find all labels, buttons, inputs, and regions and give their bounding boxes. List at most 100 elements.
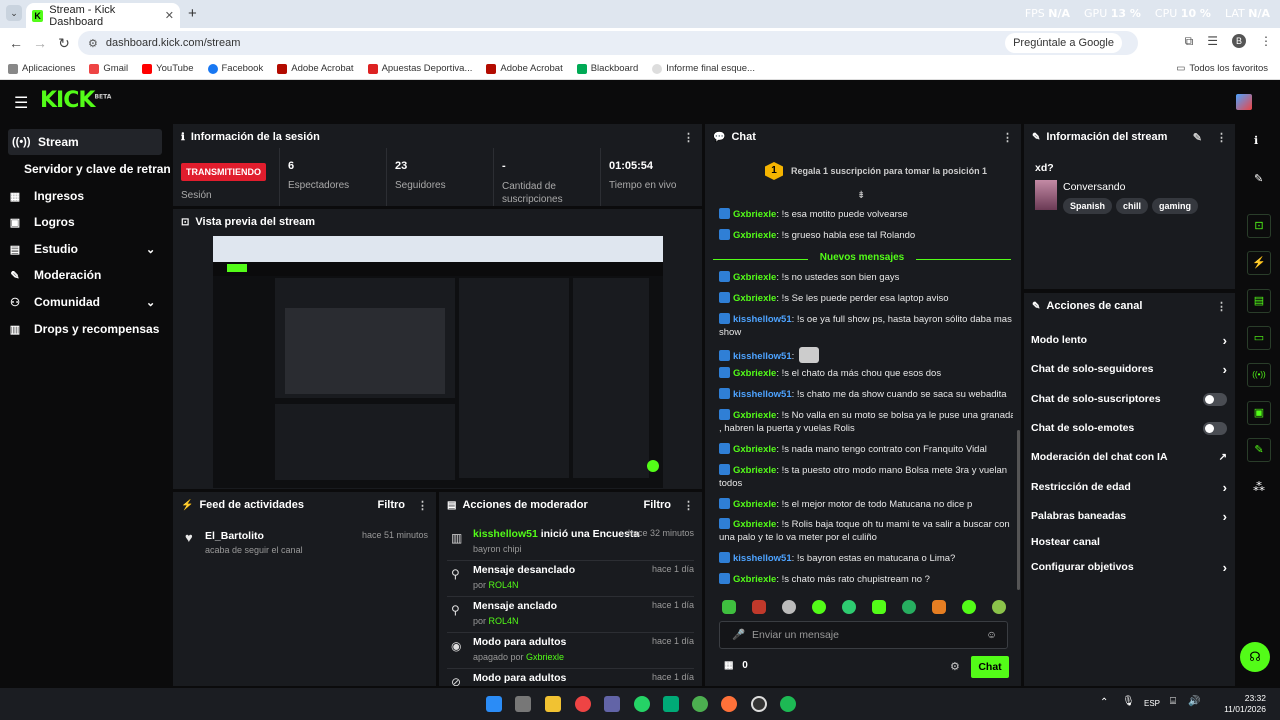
new-tab-button[interactable]: + (188, 5, 197, 22)
microphone-icon[interactable]: 🎤 (732, 622, 745, 648)
bookmark-blackboard[interactable]: Blackboard (576, 63, 638, 74)
sidebar-item-estudio[interactable]: ▤ Estudio ⌄ (8, 236, 155, 262)
chat-username[interactable]: Gxbriexle (733, 499, 776, 510)
media-icon[interactable]: ☰ (1207, 34, 1218, 49)
emote-4[interactable] (812, 600, 826, 614)
edit-icon[interactable]: ✎ (1254, 172, 1263, 185)
emote-3[interactable] (782, 600, 796, 614)
filter-button[interactable]: Filtro (378, 499, 406, 511)
support-headset-icon[interactable]: ☊ (1240, 642, 1270, 672)
kick-logo[interactable]: KICKBETA (40, 88, 111, 113)
emoji-icon[interactable]: ☺ (986, 622, 997, 648)
chevron-down-icon[interactable]: ⌄ (146, 296, 155, 309)
emote-7[interactable] (902, 600, 916, 614)
emote-6[interactable] (872, 600, 886, 614)
all-favorites[interactable]: ▭ Todos los favoritos (1176, 63, 1268, 74)
layout-icon[interactable]: ⊡ (1247, 214, 1271, 238)
chrome-icon[interactable] (575, 696, 591, 712)
network-icon[interactable]: ⌸ (1170, 696, 1176, 707)
sidebar-item-comunidad[interactable]: ⚇ Comunidad ⌄ (8, 289, 155, 315)
bookmark-informe[interactable]: Informe final esque... (652, 63, 755, 74)
action-configure-goals[interactable]: Configurar objetivos › (1031, 556, 1227, 578)
action-host-channel[interactable]: Hostear canal (1031, 531, 1227, 553)
info-icon[interactable]: ℹ (1254, 134, 1258, 147)
action-banned-words[interactable]: Palabras baneadas › (1031, 505, 1227, 527)
spotify-icon[interactable] (780, 696, 796, 712)
mod-action-user[interactable]: ROL4N (489, 616, 519, 626)
action-ai-moderation[interactable]: Moderación del chat con IA ↗ (1031, 446, 1227, 468)
windows-start-icon[interactable] (486, 696, 502, 712)
mod-action-user[interactable]: Gxbriexle (526, 652, 564, 662)
channel-points[interactable]: ▦ 0 (724, 660, 748, 671)
volume-icon[interactable]: 🔊 (1188, 696, 1200, 707)
sidebar-item-stream[interactable]: ((•)) Stream (8, 129, 162, 155)
back-icon[interactable]: ← (4, 35, 28, 51)
chat-scrollbar[interactable] (1017, 430, 1020, 590)
bookmark-apps[interactable]: Aplicaciones (8, 63, 75, 74)
menu-icon[interactable]: ☰ (14, 93, 28, 113)
kebab-menu-icon[interactable]: ⋮ (683, 131, 694, 144)
emote-1[interactable] (722, 600, 736, 614)
stream-preview-video[interactable] (213, 236, 663, 488)
sidebar-item-moderacion[interactable]: ✎ Moderación (8, 262, 101, 288)
sidebar-item-drops[interactable]: ▥ Drops y recompensas (8, 316, 160, 342)
chat-username[interactable]: Gxbriexle (733, 368, 776, 379)
chat-username[interactable]: Gxbriexle (733, 444, 776, 455)
chat-bubble-icon[interactable]: ▭ (1247, 326, 1271, 350)
chrome-active-icon[interactable] (692, 696, 708, 712)
mod-action-user[interactable]: ROL4N (489, 580, 519, 590)
chat-username[interactable]: Gxbriexle (733, 293, 776, 304)
edit-icon[interactable]: ✎ (1193, 131, 1202, 144)
sidebar-item-server-key[interactable]: Servidor y clave de retransmisión (24, 156, 170, 182)
gift-sub-banner[interactable]: 1 Regala 1 suscripción para tomar la pos… (765, 162, 1005, 180)
store-icon[interactable] (515, 696, 531, 712)
sidebar-item-ingresos[interactable]: ▦ Ingresos (8, 183, 84, 209)
wrench-icon[interactable]: ✎ (1247, 438, 1271, 462)
chat-username[interactable]: kisshellow51 (733, 389, 792, 400)
tag[interactable]: Spanish (1063, 198, 1113, 214)
kebab-menu-icon[interactable]: ⋮ (1216, 300, 1227, 313)
chat-username[interactable]: kisshellow51 (733, 351, 792, 362)
chat-username[interactable]: Gxbriexle (733, 465, 776, 476)
user-avatar[interactable] (1236, 94, 1252, 110)
kebab-menu-icon[interactable]: ⋮ (1216, 131, 1227, 144)
chat-username[interactable]: kisshellow51 (733, 314, 792, 325)
mod-action-user[interactable]: kisshellow51 (473, 528, 538, 540)
chat-username[interactable]: Gxbriexle (733, 410, 776, 421)
action-age-restriction[interactable]: Restricción de edad › (1031, 476, 1227, 498)
tab-search-button[interactable]: ⌄ (6, 5, 22, 21)
bookmark-apuestas[interactable]: Apuestas Deportiva... (367, 63, 472, 74)
chat-username[interactable]: Gxbriexle (733, 519, 776, 530)
teams-icon[interactable] (604, 696, 620, 712)
action-slow-mode[interactable]: Modo lento › (1031, 329, 1227, 351)
browser-menu-icon[interactable]: ⋮ (1260, 34, 1272, 49)
file-explorer-icon[interactable] (545, 696, 561, 712)
reload-icon[interactable]: ↻ (52, 35, 76, 52)
browser-tab[interactable]: K Stream - Kick Dashboard ✕ (26, 3, 180, 28)
chat-input[interactable]: 🎤 Enviar un mensaje ☺ (719, 621, 1008, 649)
kebab-menu-icon[interactable]: ⋮ (417, 499, 428, 512)
tools-icon[interactable]: ▣ (1247, 401, 1271, 425)
emote-9[interactable] (962, 600, 976, 614)
chat-settings-icon[interactable]: ⚙ (950, 660, 960, 673)
action-followers-only[interactable]: Chat de solo-seguidores › (1031, 358, 1227, 380)
tag[interactable]: chill (1116, 198, 1149, 214)
chat-username[interactable]: Gxbriexle (733, 209, 776, 220)
share-icon[interactable]: ⁂ (1253, 480, 1265, 494)
chevron-down-icon[interactable]: ⌄ (146, 243, 155, 256)
filter-button[interactable]: Filtro (644, 499, 672, 511)
emote-2[interactable] (752, 600, 766, 614)
broadcast-icon[interactable]: ((•)) (1247, 363, 1271, 387)
emotes-only-toggle[interactable] (1203, 421, 1227, 435)
close-tab-icon[interactable]: ✕ (165, 9, 174, 22)
emote-10[interactable] (992, 600, 1006, 614)
bookmark-gmail[interactable]: Gmail (89, 63, 128, 74)
bookmark-facebook[interactable]: Facebook (207, 63, 263, 74)
forward-icon[interactable]: → (28, 35, 52, 51)
bolt-icon[interactable]: ⚡ (1247, 251, 1271, 275)
tag[interactable]: gaming (1152, 198, 1199, 214)
bookmark-youtube[interactable]: YouTube (142, 63, 194, 74)
sidebar-item-logros[interactable]: ▣ Logros (8, 209, 75, 235)
category-name[interactable]: Conversando (1063, 181, 1125, 193)
bookmark-acrobat-2[interactable]: Adobe Acrobat (486, 63, 563, 74)
